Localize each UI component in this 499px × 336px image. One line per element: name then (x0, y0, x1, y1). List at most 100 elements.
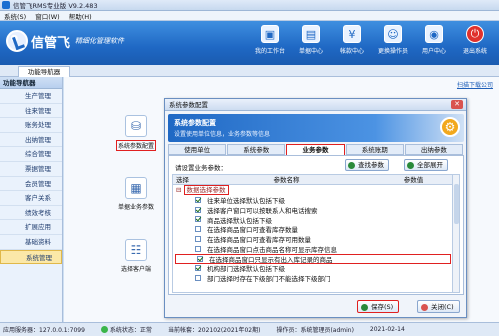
tab-business-params[interactable]: 业务参数 (286, 144, 345, 155)
tab-system-params[interactable]: 系统参数 (227, 144, 286, 155)
brand-tagline: 精细化管理软件 (75, 37, 125, 45)
nav-item-system-management[interactable]: 系统管理 (0, 249, 62, 265)
param-row[interactable]: 在选择商品窗口可查看库存数量 (173, 224, 453, 234)
param-checkbox[interactable] (195, 245, 201, 252)
param-row[interactable]: 往来单位选择默认包括下级 (173, 195, 453, 205)
toolbar-exit-button[interactable]: ⏻ 退出系统 (455, 25, 495, 55)
param-label: 在选择商品窗口点击商品名称可显示库存信息 (207, 245, 337, 254)
params-rows: 往来单位选择默认包括下级 选择客户窗口可以按联系人和电话搜索 商品选择默认包括下级在… (173, 195, 453, 283)
nav-item-invoices[interactable]: 票据管理 (0, 162, 62, 177)
param-checkbox[interactable] (195, 275, 201, 282)
find-params-button[interactable]: 查找参数 (345, 159, 389, 171)
user-switch-icon: ☺ (384, 25, 402, 43)
toolbar-switch-user-button[interactable]: ☺ 更换操作员 (373, 25, 413, 55)
param-checkbox[interactable] (195, 265, 201, 272)
param-checkbox[interactable] (197, 255, 203, 262)
tab-cashier-params[interactable]: 出纳参数 (404, 144, 464, 155)
status-period: 当前帐套：202102(2021年02期) (167, 327, 261, 334)
param-checkbox[interactable] (195, 216, 201, 223)
col-select: 选择 (176, 176, 189, 184)
param-label: 部门选择时存在下级部门不能选择下级部门 (207, 275, 331, 284)
save-button[interactable]: 保存(S) (357, 300, 400, 313)
grid-scrollbar[interactable] (452, 174, 460, 293)
param-label: 往来单位选择默认包括下级 (207, 196, 285, 205)
dialog-header-subtitle: 设置使用单位信息，业务参数等信息 (174, 131, 271, 138)
table-gear-icon: ▦ (125, 177, 147, 199)
find-icon (348, 162, 355, 169)
param-label: 机构部门选择默认包括下级 (207, 265, 285, 274)
document-icon: ▤ (302, 25, 320, 43)
power-icon: ⏻ (466, 25, 484, 43)
param-row[interactable]: 在选择商品窗口点击商品名称可显示库存信息 (173, 244, 453, 254)
tab-accounting-period[interactable]: 系统账期 (345, 144, 404, 155)
nav-item-dealings[interactable]: 往来管理 (0, 104, 62, 119)
status-ok-icon (100, 326, 108, 333)
nav-item-accounting[interactable]: 账务处理 (0, 118, 62, 133)
param-row[interactable]: 商品选择默认包括下级 (173, 215, 453, 225)
clients-icon: ☷ (125, 239, 147, 261)
scroll-thumb[interactable] (454, 184, 459, 224)
param-checkbox[interactable] (195, 196, 201, 203)
desktop-icon: ▣ (261, 25, 279, 43)
main-toolbar: ▣ 我的工作台 ▤ 单据中心 ¥ 帐款中心 ☺ 更换操作员 ◉ 用户中心 ⏻ 退… (249, 25, 495, 55)
nav-item-crm[interactable]: 客户关系 (0, 191, 62, 206)
database-gear-icon: ⛁ (125, 115, 147, 137)
status-user: 操作员：系统管理员(admin) (276, 327, 354, 334)
group-row[interactable]: ⊟ 数据选择参数 (173, 185, 453, 195)
col-param-name: 参数名称 (273, 176, 300, 184)
menu-help[interactable]: 帮助(H) (69, 11, 92, 21)
toolbar-accounts-button[interactable]: ¥ 帐款中心 (332, 25, 372, 55)
dialog-header: 系统参数配置 设置使用单位信息，业务参数等信息 ⚙ (168, 114, 464, 142)
nav-item-extensions[interactable]: 扩展应用 (0, 220, 62, 235)
page-tab-strip: 功能导航器 (0, 65, 499, 77)
gear-icon: ⚙ (440, 117, 460, 137)
param-label: 在选择商品窗口只显示有出入库记录的商品 (209, 255, 333, 264)
globe-icon: ◉ (425, 25, 443, 43)
menu-system[interactable]: 系统(S) (4, 11, 26, 21)
document-params-shortcut[interactable]: ▦ 单据业务参数 (116, 177, 156, 211)
dialog-footer: 保存(S) 关闭(C) (168, 297, 464, 317)
param-label: 选择客户窗口可以按联系人和电话搜索 (207, 206, 318, 215)
tab-function-navigator[interactable]: 功能导航器 (18, 66, 70, 77)
param-checkbox[interactable] (195, 236, 201, 243)
nav-item-performance[interactable]: 绩效考核 (0, 206, 62, 221)
close-button[interactable]: 关闭(C) (417, 300, 460, 313)
app-icon (2, 1, 10, 9)
expand-all-button[interactable]: 全部展开 (404, 159, 448, 171)
param-row[interactable]: 选择客户窗口可以按联系人和电话搜索 (173, 205, 453, 215)
money-icon: ¥ (343, 25, 361, 43)
menu-window[interactable]: 窗口(W) (35, 11, 60, 21)
save-icon (361, 304, 368, 311)
col-param-value: 参数值 (403, 176, 424, 184)
download-link[interactable]: 扫描下载公司 (457, 80, 493, 89)
nav-item-members[interactable]: 会员管理 (0, 177, 62, 192)
nav-item-production[interactable]: 生产管理 (0, 89, 62, 104)
logo-mark-icon (6, 30, 28, 52)
toolbar-documents-button[interactable]: ▤ 单据中心 (291, 25, 331, 55)
status-date: 2021-02-14 (369, 326, 405, 333)
dialog-close-icon[interactable]: ✕ (451, 100, 463, 109)
nav-item-basic-data[interactable]: 基础资料 (0, 235, 62, 250)
param-row[interactable]: 在选择商品窗口可查看库存可用数量 (173, 234, 453, 244)
param-label: 在选择商品窗口可查看库存数量 (207, 226, 298, 235)
param-row[interactable]: 部门选择时存在下级部门不能选择下级部门 (173, 273, 453, 283)
status-server: 应用服务器：127.0.0.1:7099 (3, 327, 85, 334)
param-row[interactable]: 机构部门选择默认包括下级 (173, 264, 453, 274)
toolbar-workbench-button[interactable]: ▣ 我的工作台 (250, 25, 290, 55)
grid-header: 选择 参数名称 参数值 (173, 175, 453, 185)
system-params-shortcut[interactable]: ⛁ 系统参数配置 (116, 115, 157, 151)
param-checkbox[interactable] (195, 206, 201, 213)
tab-company[interactable]: 使用单位 (168, 144, 227, 155)
nav-item-general[interactable]: 综合管理 (0, 147, 62, 162)
nav-header: 功能导航器 (0, 77, 62, 89)
window-title-bar: 信管飞RMS专业版 V9.2.483 (0, 0, 499, 11)
nav-item-cashier[interactable]: 出纳管理 (0, 133, 62, 148)
top-banner: 信管飞 精细化管理软件 ▣ 我的工作台 ▤ 单据中心 ¥ 帐款中心 ☺ 更换操作… (0, 21, 499, 65)
dialog-tabs: 使用单位 系统参数 业务参数 系统账期 出纳参数 (168, 144, 464, 155)
menu-bar: 系统(S) 窗口(W) 帮助(H) (0, 11, 499, 21)
param-checkbox[interactable] (195, 226, 201, 233)
select-client-shortcut[interactable]: ☷ 选择客户端 (116, 239, 156, 273)
param-row[interactable]: 在选择商品窗口只显示有出入库记录的商品 (175, 253, 451, 264)
toolbar-user-center-button[interactable]: ◉ 用户中心 (414, 25, 454, 55)
dialog-header-title: 系统参数配置 (174, 119, 216, 127)
